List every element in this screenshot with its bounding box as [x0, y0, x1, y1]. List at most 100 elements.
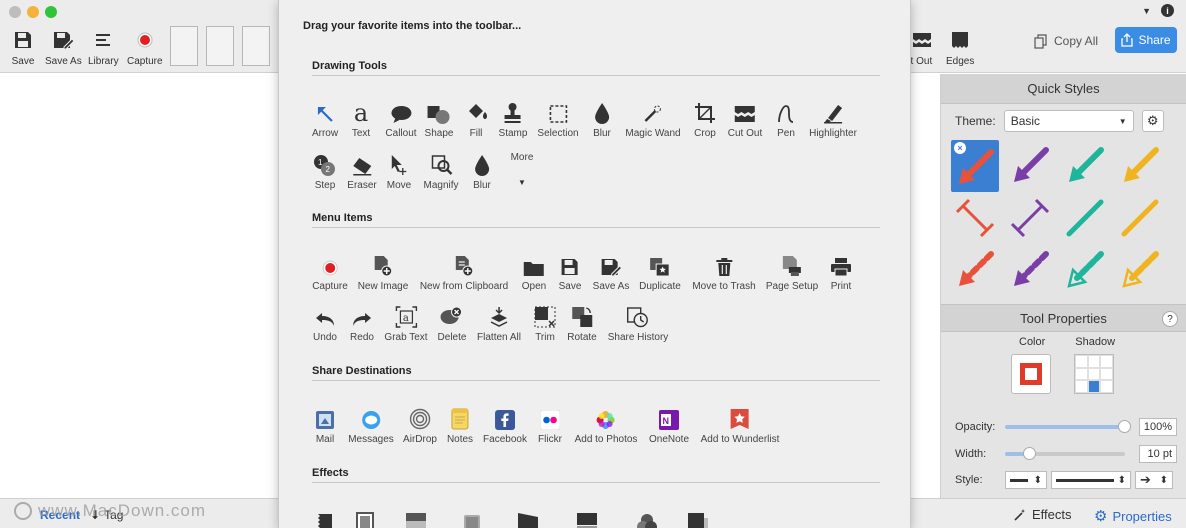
gear-icon[interactable]: ⚙: [1141, 110, 1164, 132]
toolbar-item-magnify[interactable]: Magnify: [423, 152, 459, 191]
effects-button[interactable]: Effects: [1013, 507, 1072, 522]
quick-style-swatch[interactable]: [1116, 140, 1164, 192]
quick-style-swatch[interactable]: [1116, 244, 1164, 296]
toolbar-item-rotate[interactable]: Rotate: [567, 304, 597, 343]
toolbar-item-eraser[interactable]: Eraser: [347, 152, 377, 191]
line-start-style-select[interactable]: ⬍: [1005, 471, 1047, 489]
toolbar-item-notes[interactable]: Notes: [447, 406, 473, 445]
line-end-style-select[interactable]: ➔ ⬍: [1135, 471, 1173, 489]
toolbar-item-pen[interactable]: Pen: [777, 100, 795, 139]
toolbar-item-share-history[interactable]: Share History: [608, 304, 668, 343]
toolbar-item-fill[interactable]: Fill: [465, 100, 487, 139]
toolbar-item-step[interactable]: 1 2 Step: [313, 152, 337, 191]
share-button[interactable]: Share: [1115, 27, 1177, 53]
properties-button[interactable]: ⚙ Properties: [1094, 507, 1172, 525]
toolbar-item-open[interactable]: Open: [522, 253, 546, 292]
toolbar-item-cut-out[interactable]: Cut Out: [728, 100, 762, 139]
quick-style-swatch[interactable]: [1006, 244, 1054, 296]
toolbar-empty-slot[interactable]: [242, 26, 270, 66]
toolbar-item-blur[interactable]: Blur: [473, 152, 491, 191]
toolbar-item-label: Cut Out: [727, 128, 763, 139]
toolbar-item-effect[interactable]: [636, 508, 658, 528]
toolbar-item-move[interactable]: Move: [387, 152, 411, 191]
width-value-field[interactable]: 10 pt: [1139, 445, 1177, 463]
toolbar-item-text[interactable]: a Text: [352, 100, 370, 139]
opacity-slider-knob[interactable]: [1118, 420, 1131, 433]
quick-style-swatch[interactable]: [951, 192, 999, 244]
dropdown-arrow-icon[interactable]: ▼: [1142, 6, 1151, 16]
toolbar-item-move-to-trash[interactable]: Move to Trash: [692, 253, 756, 292]
opacity-slider[interactable]: [1005, 420, 1131, 433]
toolbar-item-undo[interactable]: Undo: [313, 304, 337, 343]
toolbar-item-save-as[interactable]: Save As: [593, 253, 629, 292]
toolbar-item-effect[interactable]: [405, 508, 427, 528]
quick-style-swatch[interactable]: [1116, 192, 1164, 244]
toolbar-item-new-from-clipboard[interactable]: New from Clipboard: [420, 253, 508, 292]
save-as-button[interactable]: Save As: [45, 28, 82, 67]
color-picker[interactable]: [1011, 354, 1051, 394]
toolbar-item-shape[interactable]: Shape: [425, 100, 453, 139]
toolbar-item-callout[interactable]: Callout: [385, 100, 417, 139]
toolbar-item-arrow[interactable]: Arrow: [312, 100, 338, 139]
remove-style-icon[interactable]: ×: [954, 142, 966, 154]
toolbar-item-add-to-photos[interactable]: Add to Photos: [575, 406, 637, 445]
toolbar-item-flickr[interactable]: Flickr: [538, 406, 562, 445]
width-slider-knob[interactable]: [1023, 447, 1036, 460]
quick-style-swatch[interactable]: [1006, 140, 1054, 192]
toolbar-item-onenote[interactable]: N OneNote: [649, 406, 689, 445]
toolbar-item-effect[interactable]: [576, 508, 598, 528]
toolbar-item-redo[interactable]: Redo: [350, 304, 374, 343]
toolbar-item-effect[interactable]: [461, 508, 483, 528]
toolbar-item-facebook[interactable]: Facebook: [483, 406, 527, 445]
toolbar-item-magic-wand[interactable]: Magic Wand: [625, 100, 681, 139]
toolbar-item-stamp[interactable]: Stamp: [499, 100, 527, 139]
toolbar-item-trim[interactable]: Trim: [534, 304, 556, 343]
toolbar-item-save[interactable]: Save: [559, 253, 581, 292]
copy-all-button[interactable]: Copy All: [1026, 28, 1106, 54]
toolbar-item-flatten-all[interactable]: Flatten All: [477, 304, 521, 343]
toolbar-item-messages[interactable]: Messages: [348, 406, 394, 445]
toolbar-item-highlighter[interactable]: Highlighter: [809, 100, 857, 139]
toolbar-item-add-to-wunderlist[interactable]: Add to Wunderlist: [701, 406, 779, 445]
toolbar-item-delete[interactable]: Delete: [438, 304, 466, 343]
toolbar-item-grab-text[interactable]: a Grab Text: [384, 304, 428, 343]
toolbar-empty-slot[interactable]: [170, 26, 198, 66]
help-icon[interactable]: ?: [1162, 311, 1178, 327]
minimize-window-button[interactable]: [27, 6, 39, 18]
quick-style-swatch[interactable]: ×: [951, 140, 999, 192]
toolbar-item-effect[interactable]: [687, 508, 709, 528]
capture-button[interactable]: Capture: [127, 28, 163, 67]
shadow-picker[interactable]: [1074, 354, 1114, 394]
toolbar-item-effect[interactable]: [517, 508, 539, 528]
toolbar-item-page-setup[interactable]: Page Setup: [766, 253, 818, 292]
quick-style-swatch[interactable]: [951, 244, 999, 296]
toolbar-item-effect[interactable]: [356, 508, 374, 528]
toolbar-item-capture[interactable]: Capture: [312, 253, 348, 292]
edges-button[interactable]: Edges: [946, 28, 974, 67]
toolbar-item-effect[interactable]: [316, 508, 334, 528]
toolbar-item-mail[interactable]: Mail: [315, 406, 335, 445]
toolbar-item-blur[interactable]: Blur: [593, 100, 611, 139]
zoom-window-button[interactable]: [45, 6, 57, 18]
quick-style-swatch[interactable]: [1061, 244, 1109, 296]
quick-style-swatch[interactable]: [1061, 140, 1109, 192]
line-style-select[interactable]: ⬍: [1051, 471, 1131, 489]
cut-out-icon: [734, 100, 756, 124]
toolbar-item-duplicate[interactable]: Duplicate: [639, 253, 681, 292]
info-icon[interactable]: i: [1161, 4, 1174, 17]
toolbar-item-airdrop[interactable]: AirDrop: [403, 406, 437, 445]
toolbar-item-new-image[interactable]: New Image: [358, 253, 408, 292]
save-button[interactable]: Save: [10, 28, 36, 67]
toolbar-item-crop[interactable]: Crop: [694, 100, 716, 139]
quick-style-swatch[interactable]: [1006, 192, 1054, 244]
library-button[interactable]: Library: [88, 28, 119, 67]
toolbar-item-selection[interactable]: Selection: [537, 100, 579, 139]
quick-style-swatch[interactable]: [1061, 192, 1109, 244]
width-slider[interactable]: [1005, 447, 1125, 460]
toolbar-item-more[interactable]: More ▼: [511, 152, 534, 189]
theme-select[interactable]: Basic ▼: [1003, 110, 1134, 132]
toolbar-item-print[interactable]: Print: [830, 253, 852, 292]
toolbar-empty-slot[interactable]: [206, 26, 234, 66]
opacity-value-field[interactable]: 100%: [1139, 418, 1177, 436]
close-window-button[interactable]: [9, 6, 21, 18]
